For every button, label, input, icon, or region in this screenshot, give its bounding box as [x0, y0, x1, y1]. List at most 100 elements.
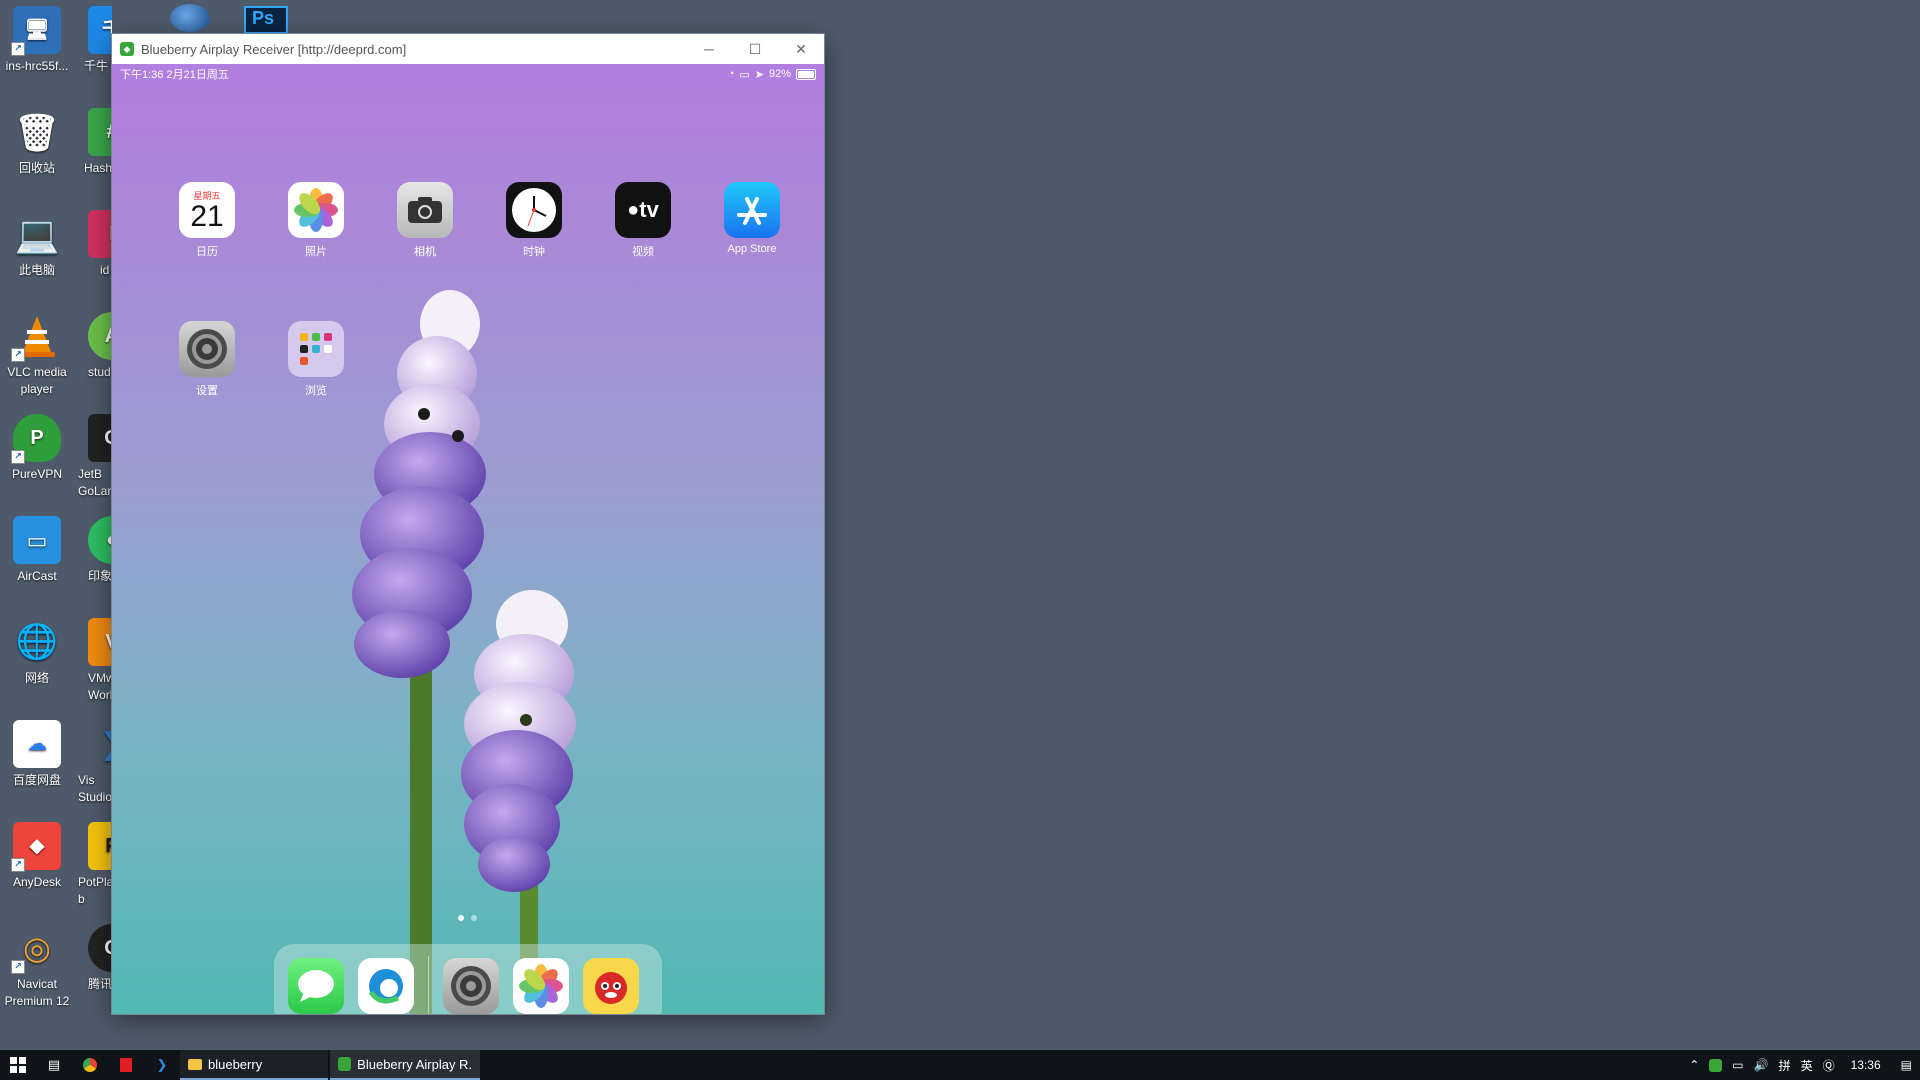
hash-icon: # — [88, 108, 112, 156]
desktop-icon-network[interactable]: 🌐 网络 — [0, 618, 74, 687]
edge-icon[interactable] — [358, 958, 414, 1014]
clock[interactable]: 13:36 — [1851, 1058, 1881, 1072]
desktop-icon-computer[interactable]: 🖥 ↗ ins-hrc55f... — [0, 6, 74, 75]
minimize-button[interactable]: ─ — [686, 34, 732, 64]
window-titlebar[interactable]: ◆ Blueberry Airplay Receiver [http://dee… — [112, 34, 824, 64]
settings-icon — [179, 321, 235, 377]
airplay-tray-icon[interactable] — [1709, 1058, 1723, 1072]
app-label: 设置 — [196, 385, 218, 397]
desktop-icon-baidu-netdisk[interactable]: ☁ 百度网盘 — [0, 720, 74, 789]
apple-tv-icon: ● tv — [615, 182, 671, 238]
potplayer-icon: P — [88, 822, 112, 870]
desktop-icon-anydesk[interactable]: ◆ ↗ AnyDesk — [0, 822, 74, 891]
desktop-icon-studio[interactable]: A stud — [76, 312, 112, 381]
vscode-icon: ❯ — [88, 720, 112, 768]
notification-icon[interactable]: ▤ — [1901, 1058, 1912, 1072]
qianniu-icon: 千 — [88, 6, 112, 54]
app-app-store[interactable]: App Store — [712, 182, 792, 255]
search-icon[interactable]: Ⓠ — [1823, 1057, 1835, 1074]
folder-icon — [288, 321, 344, 377]
desktop-icon-this-pc[interactable]: 💻 此电脑 — [0, 210, 74, 279]
vscode-icon: ❯ — [156, 1057, 168, 1072]
taskbar-app-label: Blueberry Airplay R... — [357, 1056, 472, 1072]
app-photos[interactable]: 照片 — [276, 182, 356, 259]
taskbar-vscode[interactable]: ❯ — [144, 1050, 180, 1080]
photos-icon[interactable] — [513, 958, 569, 1014]
close-button[interactable]: ✕ — [778, 34, 824, 64]
desktop-icon-aircast[interactable]: ▭ AirCast — [0, 516, 74, 585]
app-camera[interactable]: 相机 — [385, 182, 465, 259]
desktop-icon-purevpn[interactable]: P ↗ PureVPN — [0, 414, 74, 483]
calendar-icon: 星期五 21 — [179, 182, 235, 238]
app-label: 视频 — [632, 246, 654, 258]
ime-language[interactable]: 英 — [1801, 1057, 1813, 1074]
taskbar-app-airplay[interactable]: Blueberry Airplay R... — [330, 1050, 480, 1080]
app-settings[interactable]: 设置 — [167, 321, 247, 398]
task-view-button[interactable]: ▤ — [36, 1050, 72, 1080]
app-label: 时钟 — [523, 246, 545, 258]
tencent-icon: Q — [88, 924, 112, 972]
desktop-icon-evernote[interactable]: ● 印象 — [76, 516, 112, 585]
computer-icon: 🖥 ↗ — [11, 6, 61, 56]
calendar-date: 21 — [190, 199, 224, 233]
taskbar-app-explorer[interactable]: blueberry — [180, 1050, 328, 1080]
app-calendar[interactable]: 星期五 21 日历 — [167, 182, 247, 259]
clock-icon — [506, 182, 562, 238]
desktop-icon-qianniu[interactable]: 千 千牛 — [76, 6, 112, 75]
desktop-icon-label: JetB GoLar — [78, 467, 112, 498]
ime-mode-icon[interactable]: 拼 — [1779, 1057, 1791, 1074]
desktop-icon-label: PotPla b — [78, 875, 112, 906]
blueberry-app-icon: ◆ — [120, 42, 134, 56]
desktop-icon-vscode[interactable]: ❯ Vis Studio — [76, 720, 112, 806]
desktop-icon-potplayer[interactable]: P PotPla b — [76, 822, 112, 908]
desktop-icon-hash[interactable]: # Hash — [76, 108, 112, 177]
page-dot — [458, 915, 464, 921]
volume-icon[interactable]: 🔊 — [1754, 1058, 1769, 1072]
app-apple-tv[interactable]: ● tv 视频 — [603, 182, 683, 259]
desktop-icon-vlc[interactable]: ↗ VLC media player — [0, 312, 74, 398]
app-clock[interactable]: 时钟 — [494, 182, 574, 259]
desktop-icon-tencent[interactable]: Q 腾讯 — [76, 924, 112, 993]
page-indicator[interactable] — [458, 915, 477, 921]
ipad-status-bar: 下午1:36 2月21日周五 ◔ ▭ ➤ 92% — [112, 64, 824, 84]
desktop-icon-label: 回收站 — [18, 161, 55, 175]
network-icon[interactable]: ▭ — [1732, 1058, 1743, 1072]
airplay-receiver-window[interactable]: ◆ Blueberry Airplay Receiver [http://dee… — [112, 34, 824, 1014]
desktop-icon-goland[interactable]: G JetB GoLar — [76, 414, 112, 500]
wifi-icon: ◔ — [727, 68, 735, 80]
chevron-up-icon[interactable]: ⌃ — [1689, 1058, 1699, 1072]
this-pc-icon: 💻 — [14, 213, 60, 255]
globe-app-icon[interactable] — [170, 4, 210, 32]
desktop-icon-navicat[interactable]: ◎ ↗ Navicat Premium 12 — [0, 924, 74, 1010]
taskbar-red-app[interactable] — [108, 1050, 144, 1080]
desktop-icon-idea[interactable]: I id — [76, 210, 112, 279]
desktop-icon-label: stud — [88, 365, 111, 379]
start-button[interactable] — [0, 1050, 36, 1080]
desktop-icon-label: 印象 — [88, 569, 112, 583]
photos-icon — [288, 182, 344, 238]
desktop-icon-label: AnyDesk — [12, 875, 62, 889]
window-title: Blueberry Airplay Receiver [http://deepr… — [141, 41, 407, 57]
task-view-icon: ▤ — [47, 1057, 61, 1072]
desktop-icon-vmware[interactable]: V VMw Work — [76, 618, 112, 704]
dock-separator — [428, 956, 429, 1014]
purevpn-icon: P ↗ — [11, 414, 61, 464]
game-icon[interactable] — [583, 958, 639, 1014]
app-folder-browse[interactable]: 浏览 — [276, 321, 356, 398]
settings-icon[interactable] — [443, 958, 499, 1014]
ipad-screen[interactable]: 下午1:36 2月21日周五 ◔ ▭ ➤ 92% 星期五 21 日历 照片 相机… — [112, 64, 824, 1014]
desktop-icon-recycle-bin[interactable]: 🗑 回收站 — [0, 108, 74, 177]
battery-icon — [796, 68, 816, 80]
maximize-button[interactable]: ☐ — [732, 34, 778, 64]
windows-icon — [10, 1057, 26, 1073]
location-icon: ➤ — [754, 68, 764, 81]
screen-mirroring-icon: ▭ — [739, 68, 750, 81]
reader-icon — [120, 1058, 132, 1072]
photoshop-icon[interactable]: Ps — [244, 6, 288, 34]
desktop-icon-label: id — [100, 263, 110, 277]
taskbar-chrome[interactable] — [72, 1050, 108, 1080]
desktop-icon-label: 网络 — [24, 671, 49, 685]
messages-icon[interactable] — [288, 958, 344, 1014]
app-label: App Store — [727, 243, 777, 255]
app-label: 照片 — [305, 246, 327, 258]
